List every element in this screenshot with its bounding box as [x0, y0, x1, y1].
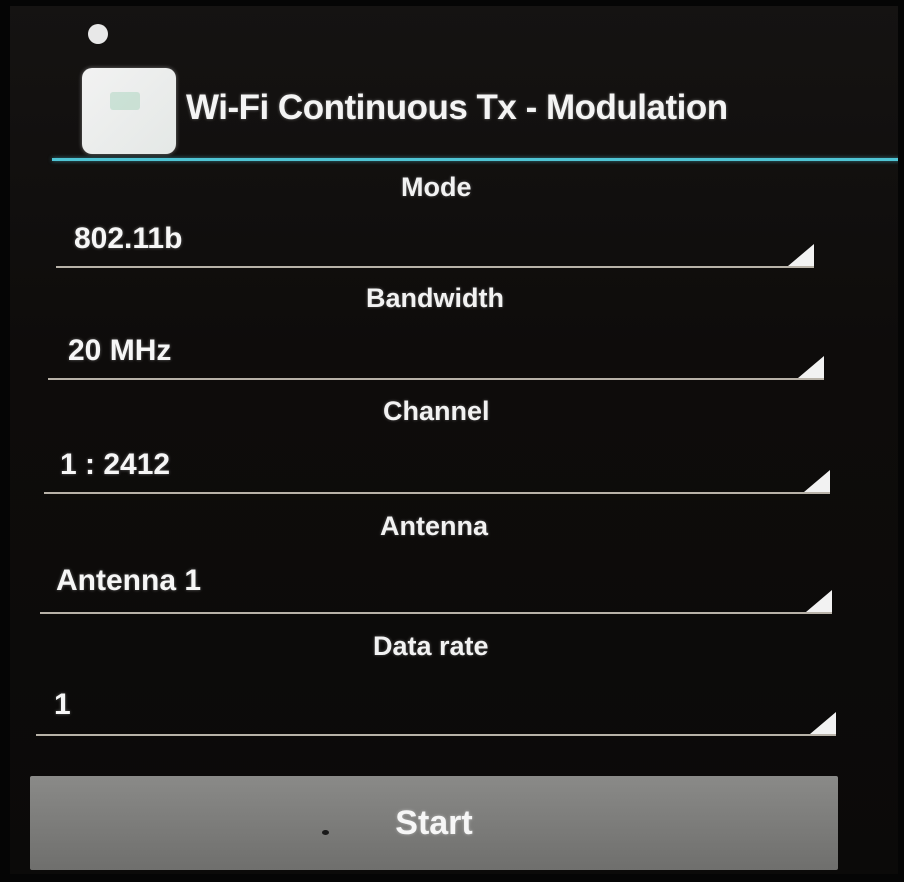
bandwidth-spinner[interactable]: 20 MHz: [48, 320, 824, 380]
channel-spinner[interactable]: 1 : 2412: [44, 434, 830, 494]
antenna-spinner[interactable]: Antenna 1: [40, 554, 832, 614]
app-screen: Wi-Fi Continuous Tx - Modulation Mode 80…: [0, 0, 904, 882]
dropdown-arrow-icon: [798, 356, 824, 378]
mode-spinner[interactable]: 802.11b: [56, 208, 814, 268]
bandwidth-value: 20 MHz: [68, 334, 172, 367]
app-title: Wi-Fi Continuous Tx - Modulation: [186, 88, 728, 127]
mode-label: Mode: [401, 172, 472, 202]
data-rate-underline: [36, 734, 836, 736]
mode-underline: [56, 266, 814, 268]
dropdown-arrow-icon: [806, 590, 832, 612]
data-rate-spinner[interactable]: 1: [36, 676, 836, 736]
antenna-value: Antenna 1: [56, 564, 202, 597]
screen-blemish: [322, 830, 329, 835]
notification-dot-icon: [88, 24, 108, 44]
data-rate-label: Data rate: [373, 631, 489, 661]
data-rate-value: 1: [54, 688, 71, 721]
start-button[interactable]: Start: [30, 776, 838, 870]
dropdown-arrow-icon: [788, 244, 814, 266]
title-divider: [52, 158, 904, 161]
channel-underline: [44, 492, 830, 494]
bandwidth-underline: [48, 378, 824, 380]
antenna-underline: [40, 612, 832, 614]
channel-value: 1 : 2412: [60, 448, 171, 481]
app-icon: [82, 68, 176, 154]
antenna-label: Antenna: [380, 511, 488, 541]
channel-label: Channel: [383, 396, 490, 426]
bandwidth-label: Bandwidth: [366, 283, 504, 313]
dropdown-arrow-icon: [810, 712, 836, 734]
mode-value: 802.11b: [74, 222, 183, 255]
dropdown-arrow-icon: [804, 470, 830, 492]
